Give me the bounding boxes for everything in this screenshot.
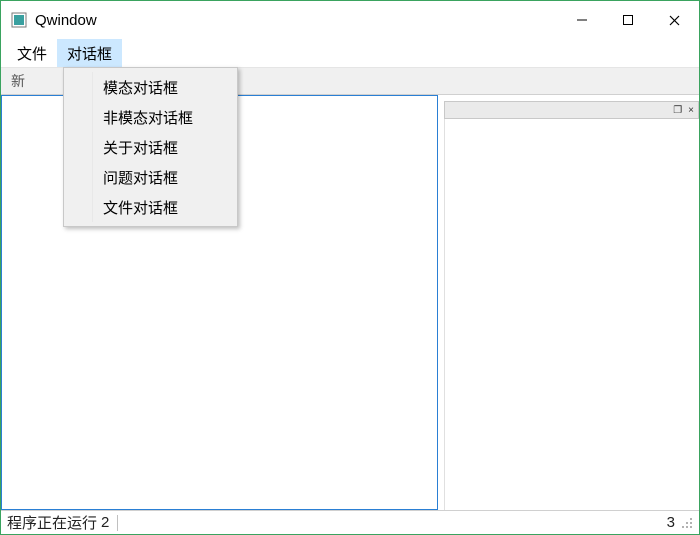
main-window: Qwindow 文件 对话框 新 ❐ × [0,0,700,535]
app-icon [11,12,27,28]
menu-item-file-dialog[interactable]: 文件对话框 [65,192,237,222]
menu-item-modeless-dialog[interactable]: 非模态对话框 [65,102,237,132]
maximize-button[interactable] [605,1,651,39]
menu-item-about-dialog[interactable]: 关于对话框 [65,132,237,162]
menu-file[interactable]: 文件 [7,39,57,67]
dock-header: ❐ × [444,101,699,119]
resize-grip-icon[interactable] [681,517,693,529]
minimize-button[interactable] [559,1,605,39]
menu-item-modal-dialog[interactable]: 模态对话框 [65,72,237,102]
status-message: 程序正在运行 [7,512,97,533]
statusbar: 程序正在运行 2 3 [1,510,699,534]
status-left-number: 2 [101,514,109,531]
dialog-menu-dropdown: 模态对话框 非模态对话框 关于对话框 问题对话框 文件对话框 [63,67,238,227]
close-button[interactable] [651,1,697,39]
toolbar-action-new[interactable]: 新 [11,71,25,91]
dock-close-icon[interactable]: × [688,105,694,116]
window-controls [559,1,697,39]
menubar: 文件 对话框 [1,39,699,67]
status-divider [117,515,118,531]
right-dock: ❐ × [444,95,699,510]
window-title: Qwindow [35,12,559,29]
menu-dialog[interactable]: 对话框 [57,39,122,67]
titlebar: Qwindow [1,1,699,39]
dock-body[interactable] [444,119,699,510]
menu-item-question-dialog[interactable]: 问题对话框 [65,162,237,192]
dock-float-icon[interactable]: ❐ [673,105,682,116]
status-right-number: 3 [667,514,675,531]
